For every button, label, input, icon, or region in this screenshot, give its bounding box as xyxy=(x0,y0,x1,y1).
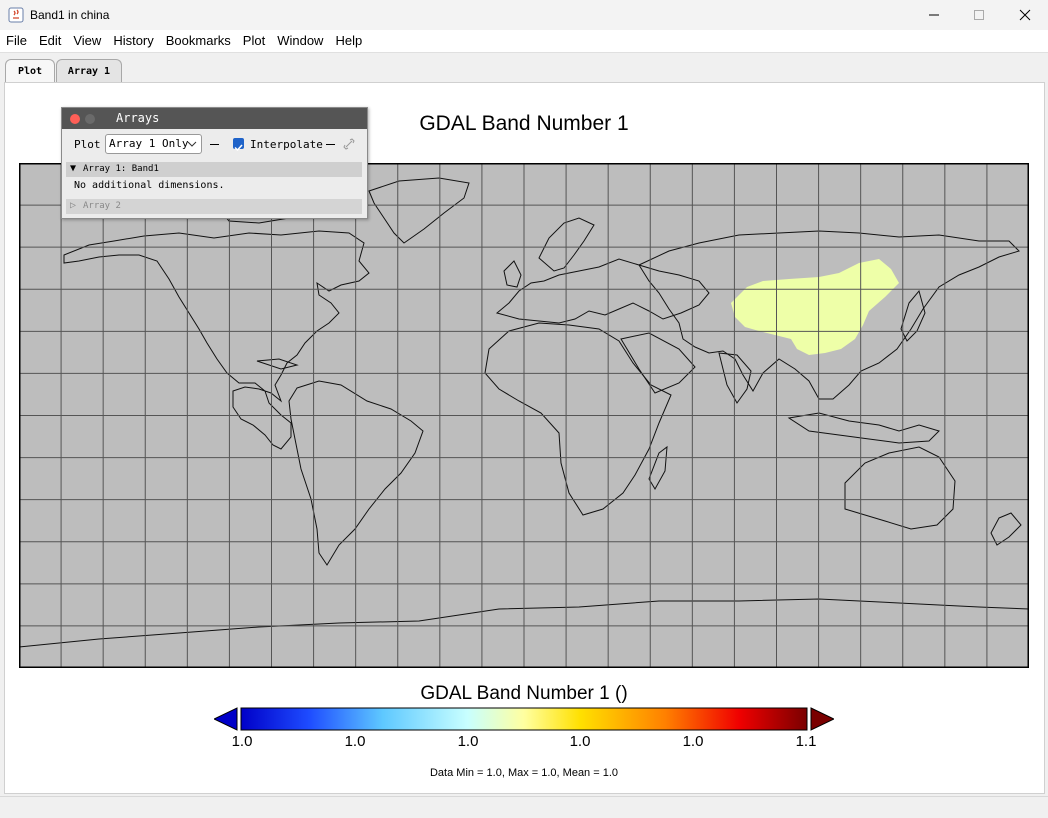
world-map xyxy=(19,163,1029,668)
colorbar xyxy=(214,707,834,731)
tab-array-1[interactable]: Array 1 xyxy=(56,59,122,82)
java-app-icon xyxy=(8,7,24,23)
menu-edit[interactable]: Edit xyxy=(33,30,67,52)
plot-mode-select[interactable]: Array 1 Only xyxy=(105,134,202,154)
colorbar-tick-label: 1.0 xyxy=(682,733,704,750)
link-icon[interactable] xyxy=(343,138,355,150)
close-button[interactable] xyxy=(1002,0,1048,30)
interpolate-label: Interpolate xyxy=(250,138,323,151)
separator-dash xyxy=(326,144,335,145)
checkmark-icon xyxy=(234,144,243,152)
colorbar-low-arrow xyxy=(214,707,238,731)
collapsed-triangle-icon: ▷ xyxy=(70,200,77,211)
menu-window[interactable]: Window xyxy=(271,30,329,52)
colorbar-tick-label: 1.0 xyxy=(569,733,591,750)
maximize-icon xyxy=(974,10,984,20)
plot-mode-label: Plot xyxy=(74,138,101,151)
arrays-panel: Arrays Plot Array 1 Only Interpolate ▼ A… xyxy=(61,107,368,219)
panel-minimize-icon[interactable] xyxy=(85,114,95,124)
expanded-triangle-icon: ▼ xyxy=(70,163,77,174)
status-bar xyxy=(0,796,1048,818)
menu-bookmarks[interactable]: Bookmarks xyxy=(160,30,237,52)
array-1-label: Array 1: Band1 xyxy=(83,164,159,174)
colorbar-tick-label: 1.0 xyxy=(344,733,366,750)
tab-bar: Plot Array 1 xyxy=(0,52,1048,83)
array-2-row[interactable]: ▷ Array 2 xyxy=(66,199,362,214)
menu-file[interactable]: File xyxy=(0,30,33,52)
colorbar-tick-label: 1.1 xyxy=(795,733,817,750)
menu-history[interactable]: History xyxy=(107,30,159,52)
colorbar-gradient xyxy=(240,707,808,731)
window-title: Band1 in china xyxy=(30,8,110,22)
arrays-panel-header[interactable]: Arrays xyxy=(62,108,367,129)
interpolate-checkbox[interactable] xyxy=(233,138,244,152)
tab-plot[interactable]: Plot xyxy=(5,59,55,82)
colorbar-tick-label: 1.0 xyxy=(457,733,479,750)
plot-mode-value: Array 1 Only xyxy=(109,137,189,150)
minimize-button[interactable] xyxy=(911,0,957,30)
array-1-row[interactable]: ▼ Array 1: Band1 xyxy=(66,162,362,177)
minimize-icon xyxy=(929,14,939,16)
array-1-detail: No additional dimensions. xyxy=(74,180,225,191)
separator-dash xyxy=(210,144,219,145)
colorbar-title: GDAL Band Number 1 () xyxy=(420,683,628,704)
array-2-label: Array 2 xyxy=(83,201,121,211)
colorbar-tick-label: 1.0 xyxy=(231,733,253,750)
colorbar-ticks: 1.0 1.0 1.0 1.0 1.0 1.1 xyxy=(0,733,1048,753)
menu-help[interactable]: Help xyxy=(329,30,368,52)
colorbar-high-arrow xyxy=(810,707,834,731)
menu-view[interactable]: View xyxy=(67,30,107,52)
data-stats: Data Min = 1.0, Max = 1.0, Mean = 1.0 xyxy=(429,767,619,779)
close-icon xyxy=(1019,9,1031,21)
chevron-down-icon xyxy=(187,141,197,147)
arrays-panel-title: Arrays xyxy=(116,111,160,125)
menu-plot[interactable]: Plot xyxy=(237,30,271,52)
maximize-button[interactable] xyxy=(956,0,1002,30)
menu-bar: File Edit View History Bookmarks Plot Wi… xyxy=(0,30,1048,52)
panel-close-icon[interactable] xyxy=(70,114,80,124)
title-bar: Band1 in china xyxy=(0,0,1048,30)
